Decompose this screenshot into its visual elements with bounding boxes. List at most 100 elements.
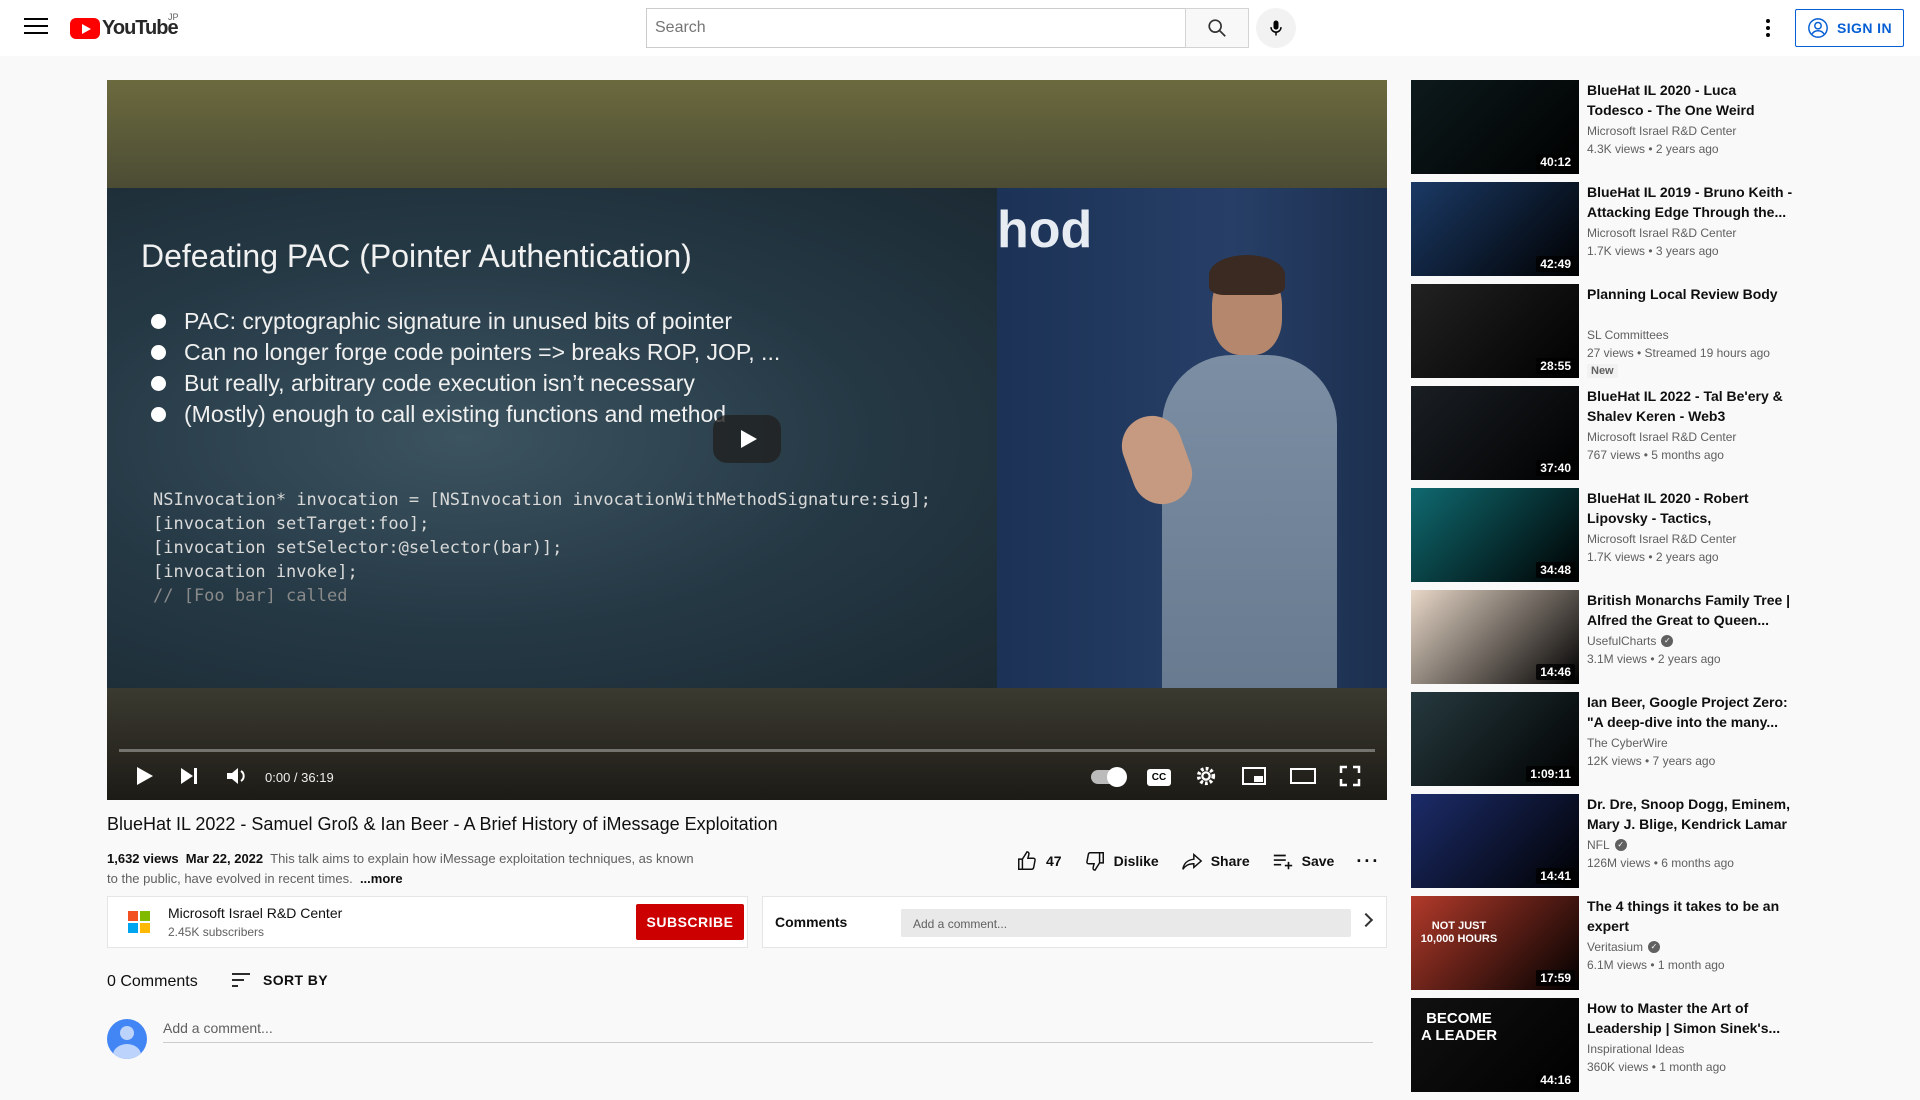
video-thumbnail[interactable]: 34:48 (1411, 488, 1579, 582)
recommended-channel[interactable]: UsefulCharts ✓ (1587, 634, 1674, 648)
recommended-video[interactable]: 14:46 British Monarchs Family Tree | Alf… (1411, 590, 1791, 684)
recommended-stats: 767 views • 5 months ago (1587, 448, 1724, 462)
play-icon[interactable] (133, 762, 157, 790)
recommended-stats: 126M views • 6 months ago (1587, 856, 1734, 870)
next-icon[interactable] (177, 762, 201, 790)
miniplayer-icon[interactable] (1241, 762, 1267, 790)
recommended-video-title[interactable]: Planning Local Review Body (1587, 284, 1793, 304)
channel-card: Microsoft Israel R&D Center 2.45K subscr… (107, 896, 748, 948)
recommended-stats: 27 views • Streamed 19 hours ago (1587, 346, 1770, 360)
thumbnail-overlay-text: NOT JUST 10,000 HOURS (1420, 920, 1498, 945)
recommended-video-title[interactable]: BlueHat IL 2020 - Robert Lipovsky - Tact… (1587, 488, 1793, 528)
channel-name[interactable]: Microsoft Israel R&D Center (168, 905, 342, 921)
recommended-channel[interactable]: NFL ✓ (1587, 838, 1627, 852)
video-thumbnail[interactable]: 28:55 (1411, 284, 1579, 378)
recommended-video-title[interactable]: BlueHat IL 2020 - Luca Todesco - The One… (1587, 80, 1793, 120)
subscriber-count: 2.45K subscribers (168, 925, 265, 939)
video-duration: 28:55 (1536, 358, 1575, 374)
sign-in-button[interactable]: SIGN IN (1795, 9, 1904, 47)
recommended-video[interactable]: 1:09:11 Ian Beer, Google Project Zero: "… (1411, 692, 1791, 786)
large-play-button[interactable] (713, 415, 781, 463)
recommended-video[interactable]: NOT JUST 10,000 HOURS 17:59 The 4 things… (1411, 896, 1791, 990)
recommended-video-title[interactable]: How to Master the Art of Leadership | Si… (1587, 998, 1793, 1038)
recommended-video-title[interactable]: Ian Beer, Google Project Zero: "A deep-d… (1587, 692, 1793, 732)
recommended-video[interactable]: 34:48 BlueHat IL 2020 - Robert Lipovsky … (1411, 488, 1791, 582)
theater-mode-icon[interactable] (1289, 762, 1317, 790)
microsoft-logo-icon[interactable] (128, 911, 150, 933)
search-box (646, 8, 1186, 48)
save-label: Save (1301, 853, 1335, 869)
video-player[interactable]: Defeating PAC (Pointer Authentication) P… (107, 80, 1387, 800)
volume-icon[interactable] (223, 762, 251, 790)
fullscreen-icon[interactable] (1337, 762, 1363, 790)
code-line: [invocation setSelector:@selector(bar)]; (153, 538, 563, 558)
playlist-add-icon (1273, 854, 1292, 870)
recommended-channel[interactable]: Microsoft Israel R&D Center (1587, 430, 1736, 444)
verified-check-icon: ✓ (1661, 635, 1674, 647)
video-actions: 47 Dislike Share Save ··· (1016, 850, 1402, 872)
video-thumbnail[interactable]: 14:41 (1411, 794, 1579, 888)
sort-by-button[interactable]: SORT BY (231, 972, 328, 988)
video-thumbnail[interactable]: 14:46 (1411, 590, 1579, 684)
subscribe-button[interactable]: SUBSCRIBE (636, 904, 744, 940)
video-description[interactable]: 1,632 views Mar 22, 2022 This talk aims … (107, 849, 707, 889)
new-badge: New (1587, 364, 1618, 378)
recommended-video-title[interactable]: BlueHat IL 2022 - Tal Be'ery & Shalev Ke… (1587, 386, 1793, 426)
save-button[interactable]: Save (1272, 850, 1335, 872)
video-thumbnail[interactable]: NOT JUST 10,000 HOURS 17:59 (1411, 896, 1579, 990)
video-duration: 34:48 (1536, 562, 1575, 578)
recommended-channel[interactable]: Microsoft Israel R&D Center (1587, 124, 1736, 138)
video-thumbnail[interactable]: 37:40 (1411, 386, 1579, 480)
recommended-channel[interactable]: SL Committees (1587, 328, 1669, 342)
recommended-channel[interactable]: The CyberWire (1587, 736, 1668, 750)
video-thumbnail[interactable]: BECOME A LEADER 44:16 (1411, 998, 1579, 1092)
captions-icon[interactable]: CC (1147, 769, 1171, 786)
comment-teaser-input[interactable]: Add a comment... (901, 909, 1351, 937)
code-line: NSInvocation* invocation = [NSInvocation… (153, 490, 931, 510)
recommended-stats: 1.7K views • 2 years ago (1587, 550, 1719, 564)
slide-bullet: Can no longer forge code pointers => bre… (151, 337, 780, 368)
chevron-right-icon[interactable] (1358, 912, 1374, 928)
logo-text: YouTube (102, 16, 179, 39)
recommended-channel[interactable]: Microsoft Israel R&D Center (1587, 532, 1736, 546)
like-button[interactable]: 47 (1016, 850, 1062, 872)
autoplay-toggle[interactable] (1091, 767, 1127, 787)
add-comment-input[interactable]: Add a comment... (163, 1020, 1373, 1043)
channel-label: NFL (1587, 838, 1610, 852)
recommended-video[interactable]: BECOME A LEADER 44:16 How to Master the … (1411, 998, 1791, 1092)
recommended-channel[interactable]: Microsoft Israel R&D Center (1587, 226, 1736, 240)
recommended-video-title[interactable]: The 4 things it takes to be an expert (1587, 896, 1793, 936)
recommended-video-title[interactable]: British Monarchs Family Tree | Alfred th… (1587, 590, 1793, 630)
video-thumbnail[interactable]: 1:09:11 (1411, 692, 1579, 786)
dislike-button[interactable]: Dislike (1084, 850, 1159, 872)
comments-teaser[interactable]: Comments Add a comment... (762, 896, 1387, 948)
video-thumbnail[interactable]: 40:12 (1411, 80, 1579, 174)
voice-search-button[interactable] (1256, 8, 1296, 48)
sign-in-label: SIGN IN (1837, 20, 1892, 36)
recommended-channel[interactable]: Inspirational Ideas (1587, 1042, 1684, 1056)
recommended-video[interactable]: 14:41 Dr. Dre, Snoop Dogg, Eminem, Mary … (1411, 794, 1791, 888)
comment-count: 0 Comments (107, 973, 198, 990)
video-thumbnail[interactable]: 42:49 (1411, 182, 1579, 276)
recommended-channel[interactable]: Veritasium ✓ (1587, 940, 1661, 954)
recommended-video-title[interactable]: BlueHat IL 2019 - Bruno Keith - Attackin… (1587, 182, 1793, 222)
settings-more-icon[interactable] (1758, 17, 1778, 39)
video-duration: 1:09:11 (1526, 766, 1575, 782)
recommended-video[interactable]: 42:49 BlueHat IL 2019 - Bruno Keith - At… (1411, 182, 1793, 276)
recommended-video-title[interactable]: Dr. Dre, Snoop Dogg, Eminem, Mary J. Bli… (1587, 794, 1793, 834)
region-label: JP (168, 12, 179, 22)
user-avatar (107, 1019, 147, 1059)
menu-icon[interactable] (24, 18, 48, 36)
more-actions-icon[interactable]: ··· (1356, 851, 1380, 872)
more-link[interactable]: ...more (360, 871, 403, 886)
video-duration: 14:41 (1536, 868, 1575, 884)
recommended-video[interactable]: 28:55 Planning Local Review Body SL Comm… (1411, 284, 1791, 378)
search-input[interactable] (647, 9, 1186, 47)
settings-gear-icon[interactable] (1193, 762, 1219, 790)
share-button[interactable]: Share (1181, 850, 1250, 872)
search-button[interactable] (1185, 8, 1249, 48)
recommended-video[interactable]: 40:12 BlueHat IL 2020 - Luca Todesco - T… (1411, 80, 1791, 174)
time-display: 0:00 / 36:19 (265, 770, 334, 785)
recommended-video[interactable]: 37:40 BlueHat IL 2022 - Tal Be'ery & Sha… (1411, 386, 1791, 480)
youtube-logo[interactable]: YouTube JP (70, 12, 179, 40)
